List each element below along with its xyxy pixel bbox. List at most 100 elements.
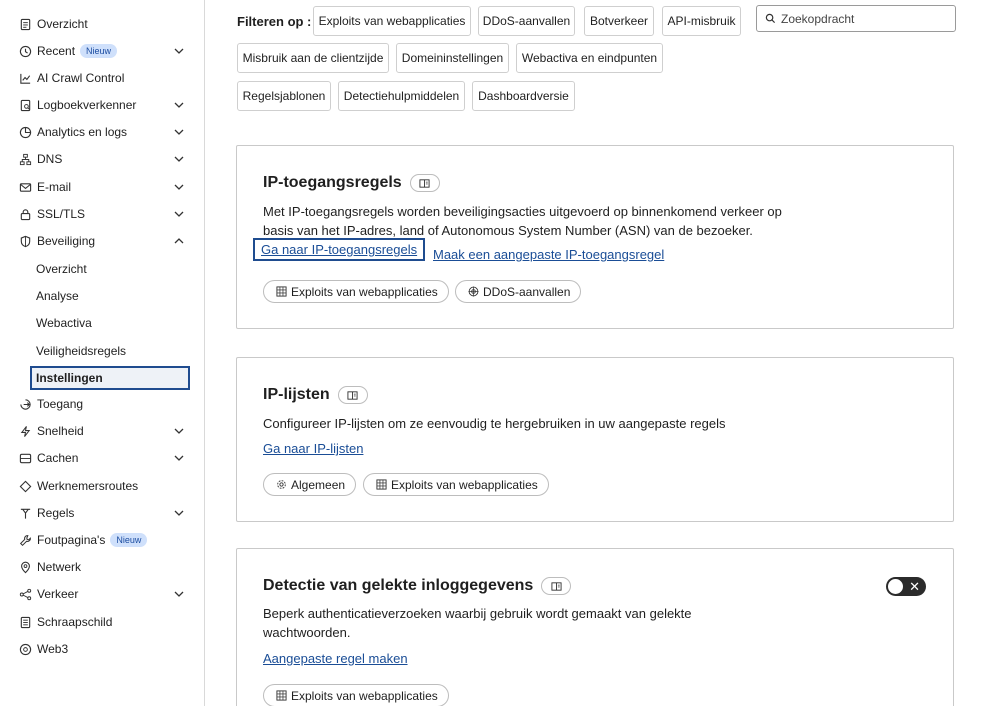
filter-chip-detection-tools[interactable]: Detectiehulpmiddelen [338,81,465,111]
card-title: IP-toegangsregels [263,174,440,192]
sidebar-item-e-mail[interactable]: E-mail [18,176,190,198]
filter-chip-client-side-abuse[interactable]: Misbruik aan de clientzijde [237,43,389,73]
diamond-icon [18,479,32,493]
sidebar-item-foutpaginas[interactable]: Foutpagina's Nieuw [18,529,190,551]
chevron-down-icon[interactable] [172,152,186,166]
wrench-icon [18,533,32,547]
filter-chip-api-misbruik[interactable]: API-misbruik [662,6,741,36]
sidebar-item-schraapschild[interactable]: Schraapschild [18,611,190,633]
location-pin-icon [18,560,32,574]
card-ip-access-rules: IP-toegangsregels Met IP-toegangsregels … [236,145,954,329]
filter-chip-ddos[interactable]: DDoS-aanvallen [478,6,575,36]
sidebar-item-label: Web3 [37,642,69,656]
sidebar-item-label: Cachen [37,451,79,465]
filter-chip-web-exploits[interactable]: Exploits van webapplicaties [313,6,471,36]
filter-chip-domain-settings[interactable]: Domeininstellingen [396,43,509,73]
sidebar-item-web3[interactable]: Web3 [18,638,190,660]
search-field[interactable] [756,5,956,32]
tag-web-exploits: Exploits van webapplicaties [263,280,449,303]
create-custom-rule-link[interactable]: Aangepaste regel maken [263,651,408,666]
tag-algemeen: Algemeen [263,473,357,496]
go-to-ip-lists-link[interactable]: Ga naar IP-lijsten [263,441,363,456]
card-title: Detectie van gelekte inloggegevens [263,577,572,595]
filter-chip-rule-templates[interactable]: Regelsjablonen [237,81,331,111]
chevron-down-icon[interactable] [172,451,186,465]
chevron-down-icon[interactable] [172,125,186,139]
tag-ddos: DDoS-aanvallen [455,280,582,303]
network-tree-icon [18,152,32,166]
sidebar-item-overzicht[interactable]: Overzicht [18,13,190,35]
sidebar-item-label: Analytics en logs [37,125,128,139]
chevron-down-icon[interactable] [172,44,186,58]
sidebar-item-verkeer[interactable]: Verkeer [18,583,190,605]
chevron-down-icon[interactable] [172,98,186,112]
documentation-button[interactable] [409,174,440,192]
sidebar-subitem-analyse[interactable]: Analyse [30,284,190,308]
sidebar-item-netwerk[interactable]: Netwerk [18,556,190,578]
lock-icon [18,207,32,221]
filter-chip-web-assets[interactable]: Webactiva en eindpunten [516,43,663,73]
sidebar-item-label: Logboekverkenner [37,98,137,112]
sidebar-item-label: Foutpagina's [37,533,106,547]
sidebar-item-recent[interactable]: Recent Nieuw [18,40,190,62]
sidebar-item-label: E-mail [37,180,72,194]
target-icon [468,286,479,297]
sidebar: Overzicht Recent Nieuw AI Crawl Control … [0,0,205,706]
documentation-button[interactable] [337,386,368,404]
log-icon [18,98,32,112]
sidebar-item-label: Toegang [37,397,84,411]
chevron-down-icon[interactable] [172,587,186,601]
sidebar-item-label: Netwerk [37,560,82,574]
sidebar-subitem-overzicht[interactable]: Overzicht [30,257,190,281]
sidebar-item-werknemersroutes[interactable]: Werknemersroutes [18,475,190,497]
sidebar-item-label: AI Crawl Control [37,71,125,85]
documentation-button[interactable] [541,577,572,595]
chevron-down-icon[interactable] [172,424,186,438]
tag-web-exploits: Exploits van webapplicaties [363,473,549,496]
sidebar-item-label: Beveiliging [37,234,96,248]
sidebar-item-regels[interactable]: Regels [18,502,190,524]
sidebar-item-ssl-tls[interactable]: SSL/TLS [18,203,190,225]
sidebar-item-beveiliging[interactable]: Beveiliging [18,230,190,252]
filter-label: Filteren op : [237,14,312,29]
sidebar-subitem-instellingen[interactable]: Instellingen [30,366,190,390]
sidebar-item-cachen[interactable]: Cachen [18,447,190,469]
filter-chip-botverkeer[interactable]: Botverkeer [584,6,654,36]
search-input[interactable] [781,11,941,26]
book-icon [551,581,562,591]
grid-icon [376,479,387,490]
card-ip-lists: IP-lijsten Configureer IP-lijsten om ze … [236,357,954,522]
sidebar-item-label: Schraapschild [37,615,113,629]
rules-icon [18,506,32,520]
access-icon [18,397,32,411]
go-to-ip-access-rules-link[interactable]: Ga naar IP-toegangsregels [253,238,426,261]
chevron-down-icon[interactable] [172,180,186,194]
new-badge: Nieuw [80,44,118,58]
database-icon [18,451,32,465]
chevron-down-icon[interactable] [172,506,186,520]
chevron-up-icon[interactable] [172,234,186,248]
new-badge: Nieuw [110,533,148,547]
create-ip-access-rule-link[interactable]: Maak een aangepaste IP-toegangsregel [433,247,664,262]
sidebar-item-ai-crawl-control[interactable]: AI Crawl Control [18,67,190,89]
card-description: Configureer IP-lijsten om ze eenvoudig t… [263,416,726,431]
sidebar-item-logboekverkenner[interactable]: Logboekverkenner [18,94,190,116]
filter-chip-dashboard-version[interactable]: Dashboardversie [472,81,575,111]
sidebar-subitem-webactiva[interactable]: Webactiva [30,311,190,335]
sidebar-item-dns[interactable]: DNS [18,148,190,170]
document-icon [18,17,32,31]
sidebar-item-snelheid[interactable]: Snelheid [18,420,190,442]
leaked-credentials-toggle[interactable]: ✕ [886,577,926,596]
sidebar-item-analytics-en-logs[interactable]: Analytics en logs [18,121,190,143]
pie-chart-icon [18,125,32,139]
traffic-icon [18,587,32,601]
book-icon [347,390,358,400]
chevron-down-icon[interactable] [172,207,186,221]
sidebar-item-label: Recent [37,44,76,58]
toggle-knob [888,579,903,594]
sidebar-item-label: Overzicht [37,17,88,31]
tag-web-exploits: Exploits van webapplicaties [263,684,449,706]
sidebar-item-toegang[interactable]: Toegang [18,393,190,415]
card-title: IP-lijsten [263,386,368,404]
sidebar-subitem-veiligheidsregels[interactable]: Veiligheidsregels [30,339,190,363]
